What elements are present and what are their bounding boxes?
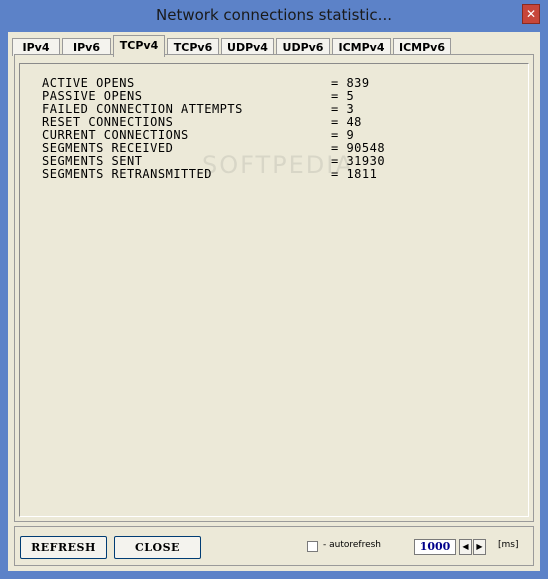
title-bar[interactable]: Network connections statistic... ✕ [0, 0, 548, 32]
stat-label: SEGMENTS RETRANSMITTED [42, 167, 212, 181]
autorefresh-label: - autorefresh [323, 540, 382, 550]
window-title: Network connections statistic... [156, 6, 392, 24]
stat-value: = 3 [331, 102, 355, 116]
stat-label: CURRENT CONNECTIONS [42, 128, 189, 142]
stat-value: = 31930 [331, 154, 386, 168]
stat-value: = 1811 [331, 167, 378, 181]
stats-panel: SOFTPEDIA ACTIVE OPENS = 839 PASSIVE OPE… [14, 54, 534, 522]
control-bar: REFRESH CLOSE - autorefresh 1000 ◀ ▶ [ms… [14, 526, 534, 566]
close-button[interactable]: CLOSE [114, 536, 201, 559]
tab-tcpv4[interactable]: TCPv4 [113, 35, 165, 57]
autorefresh-checkbox[interactable] [307, 541, 318, 552]
stat-label: SEGMENTS SENT [42, 154, 143, 168]
spin-right-icon[interactable]: ▶ [473, 539, 486, 555]
interval-unit-label: [ms] [498, 540, 519, 550]
app-window: Network connections statistic... ✕ IPv4 … [0, 0, 548, 579]
refresh-button[interactable]: REFRESH [20, 536, 107, 559]
stat-label: RESET CONNECTIONS [42, 115, 174, 129]
stat-label: PASSIVE OPENS [42, 89, 143, 103]
stat-value: = 9 [331, 128, 355, 142]
client-area: IPv4 IPv6 TCPv4 TCPv6 UDPv4 UDPv6 ICMPv4… [8, 32, 540, 571]
interval-input[interactable]: 1000 [414, 539, 456, 555]
stats-frame: SOFTPEDIA ACTIVE OPENS = 839 PASSIVE OPE… [19, 63, 529, 517]
stat-value: = 5 [331, 89, 355, 103]
stat-value: = 839 [331, 76, 370, 90]
stat-value: = 48 [331, 115, 362, 129]
stat-label: FAILED CONNECTION ATTEMPTS [42, 102, 243, 116]
stat-label: ACTIVE OPENS [42, 76, 135, 90]
spin-left-icon[interactable]: ◀ [459, 539, 472, 555]
stat-label: SEGMENTS RECEIVED [42, 141, 174, 155]
stat-value: = 90548 [331, 141, 386, 155]
close-window-button[interactable]: ✕ [522, 4, 540, 24]
